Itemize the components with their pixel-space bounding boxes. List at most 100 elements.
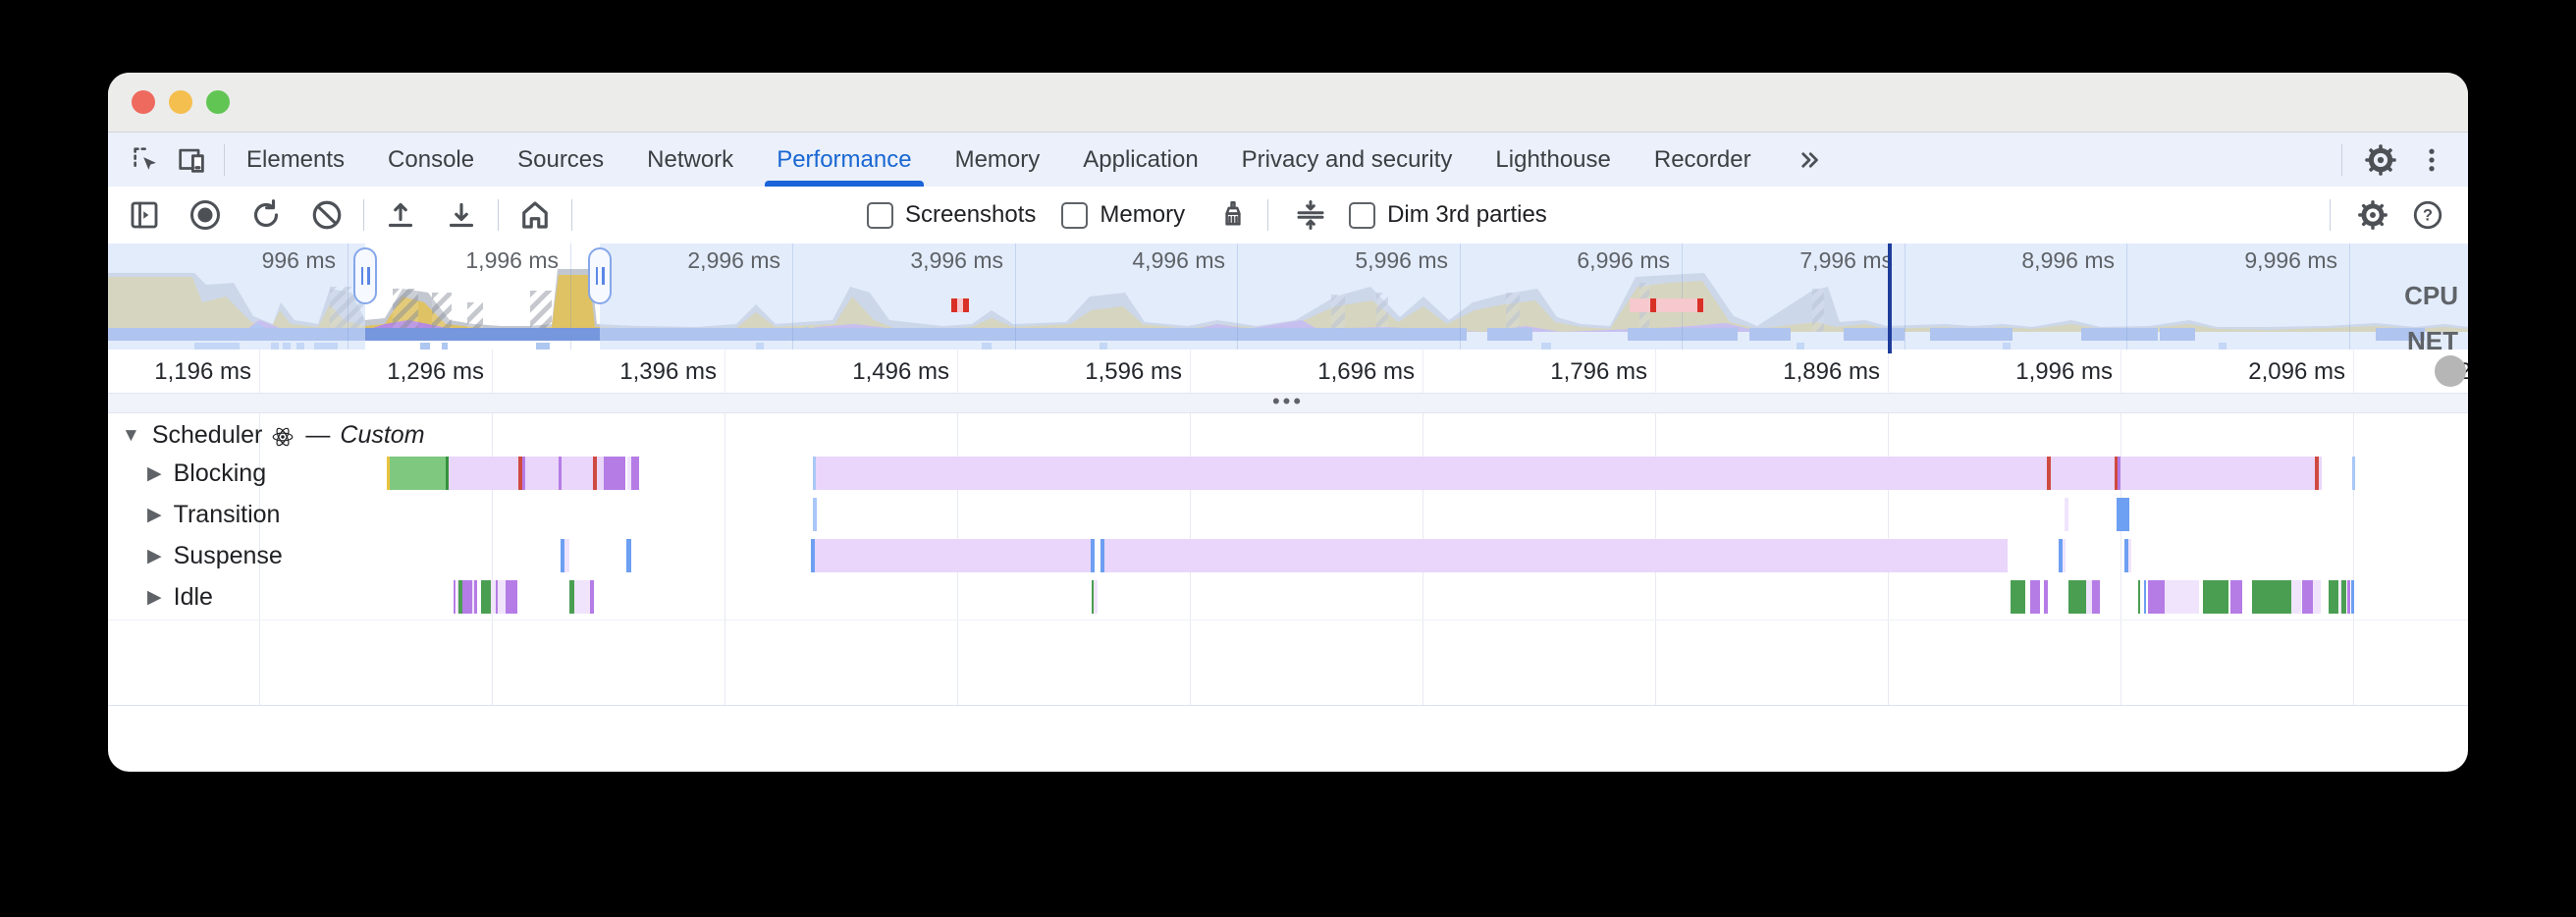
flame-bar[interactable] (1091, 539, 1095, 572)
tab-lighthouse[interactable]: Lighthouse (1474, 133, 1632, 187)
memory-checkbox[interactable] (1061, 202, 1088, 229)
flame-bar[interactable] (2329, 580, 2338, 614)
flame-bar[interactable] (2144, 580, 2146, 614)
flame-bar[interactable] (2068, 580, 2086, 614)
tab-network[interactable]: Network (625, 133, 755, 187)
home-icon[interactable] (512, 192, 558, 238)
flame-bar[interactable] (2315, 457, 2319, 490)
flame-bar[interactable] (2118, 457, 2120, 490)
window-titlebar[interactable] (108, 73, 2468, 133)
tab-memory[interactable]: Memory (934, 133, 1062, 187)
scheduler-track-header[interactable]: ▼ Scheduler — Custom (122, 421, 425, 450)
flame-row-label-idle[interactable]: ▶Idle (147, 579, 213, 615)
capture-settings-gear-icon[interactable] (2350, 192, 2395, 238)
close-window-button[interactable] (132, 90, 155, 114)
flame-bar[interactable] (1094, 580, 1098, 614)
collapse-sections-icon[interactable] (1288, 192, 1333, 238)
flame-bar[interactable] (506, 580, 517, 614)
panel-splitter[interactable]: ••• (108, 393, 2468, 413)
flame-bar[interactable] (2047, 457, 2051, 490)
flame-bar[interactable] (2252, 580, 2291, 614)
flame-bar[interactable] (525, 457, 559, 490)
record-icon[interactable] (183, 192, 228, 238)
flame-bar[interactable] (2347, 580, 2350, 614)
expand-triangle-icon[interactable]: ▶ (147, 462, 162, 485)
flame-bar[interactable] (2030, 580, 2040, 614)
reload-record-icon[interactable] (243, 192, 289, 238)
selection-handle-right[interactable] (588, 247, 612, 304)
tab-elements[interactable]: Elements (225, 133, 366, 187)
minimize-window-button[interactable] (169, 90, 192, 114)
flame-bar[interactable] (2148, 580, 2165, 614)
garbage-collect-icon[interactable] (1210, 192, 1256, 238)
flame-bar[interactable] (449, 457, 518, 490)
flame-bar[interactable] (2165, 580, 2199, 614)
flame-bar[interactable] (390, 457, 446, 490)
flame-bar[interactable] (498, 580, 506, 614)
inspect-element-icon[interactable] (124, 137, 169, 183)
kebab-menu-icon[interactable] (2409, 137, 2454, 183)
flame-bar[interactable] (2313, 580, 2321, 614)
flame-bar[interactable] (2063, 539, 2066, 572)
help-icon[interactable]: ? (2405, 192, 2450, 238)
tab-console[interactable]: Console (366, 133, 496, 187)
flame-bar[interactable] (2302, 580, 2313, 614)
flame-bar[interactable] (2341, 580, 2346, 614)
settings-gear-icon[interactable] (2358, 137, 2403, 183)
flame-row-label-suspense[interactable]: ▶Suspense (147, 538, 283, 573)
flame-bar[interactable] (590, 580, 594, 614)
flame-bar[interactable] (815, 539, 1091, 572)
flame-row-label-blocking[interactable]: ▶Blocking (147, 456, 266, 491)
flame-bar[interactable] (597, 457, 604, 490)
flame-bar[interactable] (2128, 539, 2131, 572)
more-tabs-button[interactable] (1787, 137, 1832, 183)
expand-triangle-icon[interactable]: ▶ (147, 504, 162, 526)
flame-bar[interactable] (1104, 539, 2008, 572)
screenshots-checkbox[interactable] (867, 202, 893, 229)
flame-bar[interactable] (2203, 580, 2228, 614)
flame-bar[interactable] (562, 457, 593, 490)
flame-bar[interactable] (2092, 580, 2100, 614)
flame-bar[interactable] (454, 580, 456, 614)
flame-bar[interactable] (2291, 580, 2301, 614)
scrollbar-thumb[interactable] (2435, 355, 2466, 387)
selection-handle-left[interactable] (353, 247, 377, 304)
flame-bar[interactable] (631, 457, 639, 490)
flame-bar[interactable] (2011, 580, 2025, 614)
flame-bar[interactable] (813, 498, 817, 531)
tab-performance[interactable]: Performance (755, 133, 933, 187)
flame-bar[interactable] (2065, 498, 2068, 531)
tab-sources[interactable]: Sources (496, 133, 625, 187)
flame-bar[interactable] (626, 539, 631, 572)
expand-triangle-icon[interactable]: ▶ (147, 545, 162, 567)
flame-row-label-transition[interactable]: ▶Transition (147, 497, 280, 532)
toggle-sidebar-icon[interactable] (122, 192, 167, 238)
flame-bar[interactable] (481, 580, 491, 614)
tab-application[interactable]: Application (1061, 133, 1219, 187)
flame-bar[interactable] (2351, 580, 2354, 614)
clear-icon[interactable] (304, 192, 349, 238)
expand-triangle-icon[interactable]: ▶ (147, 586, 162, 609)
flame-bar[interactable] (462, 580, 472, 614)
timeline-overview[interactable]: 996 ms1,996 ms2,996 ms3,996 ms4,996 ms5,… (108, 243, 2468, 350)
collapse-triangle-icon[interactable]: ▼ (122, 425, 140, 447)
tab-recorder[interactable]: Recorder (1633, 133, 1773, 187)
device-toolbar-icon[interactable] (169, 137, 214, 183)
upload-profile-icon[interactable] (378, 192, 423, 238)
flame-bar[interactable] (604, 457, 625, 490)
tab-privacy-and-security[interactable]: Privacy and security (1220, 133, 1475, 187)
flame-bar[interactable] (574, 580, 590, 614)
flame-bar[interactable] (2352, 457, 2355, 490)
zoom-window-button[interactable] (206, 90, 230, 114)
flame-bar[interactable] (2138, 580, 2140, 614)
flame-bar[interactable] (2117, 498, 2129, 531)
dim-3rd-parties-checkbox[interactable] (1349, 202, 1375, 229)
flame-bar[interactable] (564, 539, 569, 572)
flame-bar[interactable] (474, 580, 477, 614)
download-profile-icon[interactable] (439, 192, 484, 238)
flame-bar[interactable] (2235, 580, 2242, 614)
flame-chart[interactable]: ▼ Scheduler — Custom ▶Blocking ▶Transitio… (108, 413, 2468, 705)
flame-bar[interactable] (816, 457, 2322, 490)
flame-bar[interactable] (2044, 580, 2048, 614)
timeline-playhead[interactable] (1888, 243, 1892, 353)
